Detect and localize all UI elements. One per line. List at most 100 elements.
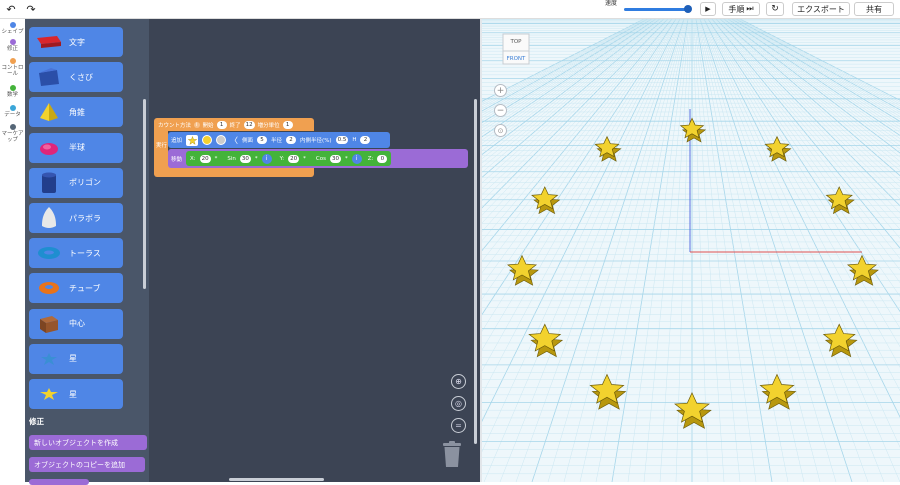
loop-step-value[interactable]: 1 [282,120,293,129]
palette-shape-label: トーラス [69,248,101,258]
sides-value[interactable]: 5 [257,136,268,144]
palette-shape-text-shape[interactable]: 文字 [29,27,123,57]
palette-shape-label: 文字 [69,37,85,47]
palette-shape-polygon[interactable]: ポリゴン [29,167,123,198]
category-dot-icon [9,124,16,130]
speed-slider-knob[interactable] [684,5,692,13]
loop-step-label: 増分単位 [257,122,280,129]
loop-start-value[interactable]: 1 [216,120,227,129]
play-button[interactable]: ▶ [700,2,716,16]
palette-scrollbar[interactable] [143,99,146,289]
partial-block[interactable] [29,479,89,485]
height-label: H [352,137,357,143]
torus-icon [29,238,69,268]
count-loop-block[interactable]: カウント方法 i 開始 1 終了 12 増分単位 1 実行 [154,118,314,178]
category-5[interactable]: マーケアップ [0,124,25,143]
workspace-vertical-scrollbar[interactable] [474,99,477,444]
palette-shape-star[interactable]: 星 [29,343,123,374]
speed-slider[interactable] [624,8,688,11]
category-2[interactable]: コントロール [0,58,25,77]
category-1[interactable]: 修正 [0,39,25,52]
fit-view-icon[interactable]: ⊙ [494,124,507,137]
add-copy-block[interactable]: オブジェクトのコピーを追加 [29,457,145,472]
category-4[interactable]: データ [0,105,25,118]
y-angle[interactable]: 30 [329,154,341,163]
add-shape-block[interactable]: 追加 〈 側面 5 半径 2 内側半径(%) 0.5 H 2 [168,132,390,148]
chevron-left-icon[interactable]: 〈 [230,135,238,146]
x-op1[interactable]: * [215,156,218,162]
palette-shape-label: 角錐 [69,107,85,117]
top-toolbar: ↶ ↷ 速度 ▶ 手順 ⏭ ↻ エクスポート 共有 [0,0,900,19]
step-button[interactable]: 手順 ⏭ [722,2,760,16]
move-block[interactable]: 移動 X: 20 * Sin 30 * i Y: 20 * Cos 30 * i… [168,149,468,168]
palette-shape-label: 半球 [69,143,85,153]
y-op1[interactable]: * [303,156,306,162]
loop-end-value[interactable]: 12 [243,120,255,129]
palette-shape-half-sphere[interactable]: 半球 [29,132,123,163]
palette-shape-paraboloid[interactable]: パラボラ [29,203,123,233]
3d-scene[interactable] [482,19,900,482]
x-label: X: [190,155,196,162]
workspace-zoom-out-icon[interactable]: = [451,418,466,433]
x-op2[interactable]: * [255,156,258,162]
hole-toggle-icon[interactable] [216,135,227,145]
export-button[interactable]: エクスポート [792,2,850,16]
category-0[interactable]: シェイプ [0,22,25,35]
cos-fn[interactable]: Cos [316,156,326,162]
workspace-horizontal-scrollbar[interactable] [229,478,324,481]
create-object-block[interactable]: 新しいオブジェクトを作成 [29,435,147,450]
category-3[interactable]: 数学 [0,85,25,98]
half-sphere-icon [29,133,69,163]
color-swatch[interactable] [202,135,213,145]
height-value[interactable]: 2 [360,136,371,144]
star-shape-icon [186,134,199,146]
plus-icon[interactable]: + [494,84,507,97]
palette-shape-label: 星 [69,354,77,364]
view-cube-front[interactable]: FRONT [507,56,526,62]
x-coef[interactable]: 20 [199,154,211,163]
y-op2[interactable]: * [345,156,348,162]
trash-icon[interactable] [442,441,462,467]
reset-button[interactable]: ↻ [766,2,784,16]
code-workspace[interactable]: カウント方法 i 開始 1 終了 12 増分単位 1 実行 追加 〈 側面 5 … [149,19,480,482]
workspace-zoom-in-icon[interactable]: ⊕ [451,374,466,389]
category-dot-icon [9,22,16,28]
x-var-i[interactable]: i [261,153,272,164]
box-icon [29,309,69,339]
move-expression: X: 20 * Sin 30 * i Y: 20 * Cos 30 * i Z:… [186,151,392,166]
palette-shape-pyramid[interactable]: 角錐 [29,97,123,128]
star-icon [29,344,69,374]
palette-shape-wedge[interactable]: くさび [29,62,123,93]
minus-icon[interactable]: − [494,104,507,117]
3d-viewport[interactable]: TOP FRONT + − ⊙ [482,19,900,482]
rotate-icon: ↻ [771,4,779,14]
view-cube-top[interactable]: TOP [509,39,522,45]
add-label: 追加 [171,138,183,144]
loop-var[interactable]: i [194,121,200,128]
palette-shape-label: チューブ [69,283,101,293]
y-var-i[interactable]: i [351,153,362,164]
redo-icon[interactable]: ↷ [24,2,38,17]
inner-radius-value[interactable]: 0.5 [335,136,349,144]
palette-shape-star-yellow[interactable]: 星 [29,379,123,409]
radius-value[interactable]: 2 [286,136,297,144]
palette-shape-label: 星 [69,389,77,399]
category-label: シェイプ [1,29,24,35]
category-label: 数学 [6,92,18,98]
palette-shape-box[interactable]: 中心 [29,308,123,339]
category-dot-icon [9,85,16,91]
view-cube[interactable]: TOP FRONT [500,31,532,69]
palette-shape-torus[interactable]: トーラス [29,238,123,269]
undo-icon[interactable]: ↶ [4,2,18,17]
y-coef[interactable]: 20 [288,154,300,163]
workspace-zoom-reset-icon[interactable]: ◎ [451,396,466,411]
z-value[interactable]: 0 [377,154,388,163]
z-label: Z: [367,155,374,162]
palette-shape-tube[interactable]: チューブ [29,273,123,304]
section-modify-heading: 修正 [29,417,44,426]
x-angle[interactable]: 30 [239,154,251,163]
share-button[interactable]: 共有 [854,2,894,16]
loop-start-label: 開始 [202,122,214,129]
sin-fn[interactable]: Sin [227,156,236,162]
play-icon: ▶ [705,5,711,13]
